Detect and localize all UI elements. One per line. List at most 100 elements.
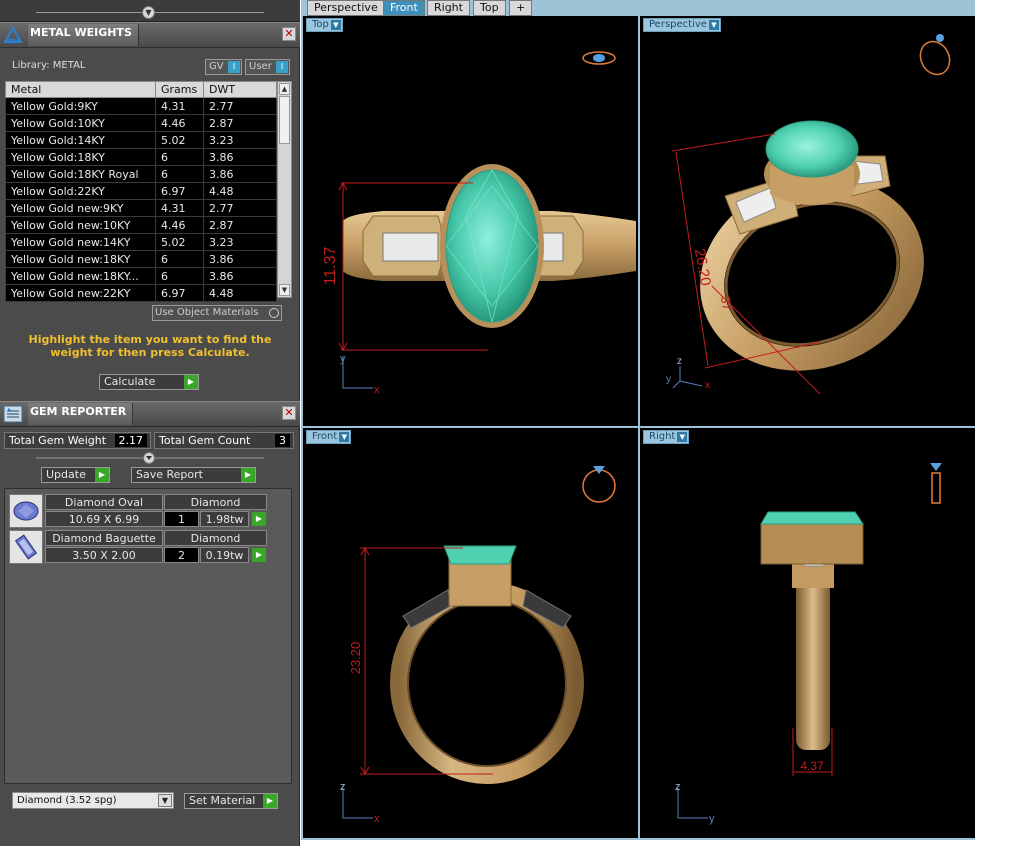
gem-select-arrow-icon[interactable]: ▶ — [252, 512, 266, 526]
view-label-front[interactable]: Front ▼ — [306, 430, 352, 444]
gem-count: 2 — [164, 547, 199, 563]
play-arrow-icon: ▶ — [263, 794, 277, 808]
grams-cell: 6 — [155, 250, 204, 268]
scroll-thumb[interactable] — [279, 96, 290, 144]
ring-shank — [796, 578, 830, 750]
tab-perspective[interactable]: Perspective — [307, 0, 385, 16]
collapse-knob-icon[interactable]: ▼ — [142, 6, 155, 19]
table-row[interactable]: Yellow Gold:22KY 6.97 4.48 — [5, 182, 277, 200]
table-row[interactable]: Yellow Gold new:10KY 4.46 2.87 — [5, 216, 277, 234]
view-label-text: Right — [649, 431, 676, 442]
axis-label-x: x — [705, 380, 710, 391]
table-row[interactable]: Yellow Gold:14KY 5.02 3.23 — [5, 131, 277, 149]
table-row[interactable]: Yellow Gold:18KY Royal 6 3.86 — [5, 165, 277, 183]
table-row[interactable]: Yellow Gold:18KY 6 3.86 — [5, 148, 277, 166]
metal-cell: Yellow Gold:9KY — [5, 97, 156, 115]
front-view[interactable]: 23.20 z x Front ▼ — [303, 428, 638, 838]
toggle-icon: I — [228, 61, 240, 73]
table-row[interactable]: Yellow Gold new:14KY 5.02 3.23 — [5, 233, 277, 251]
grams-cell: 5.02 — [155, 233, 204, 251]
library-label: Library: METAL — [12, 60, 86, 71]
metal-cell: Yellow Gold new:9KY — [5, 199, 156, 217]
oval-gem-icon — [9, 494, 43, 528]
column-header-metal[interactable]: Metal — [5, 81, 156, 98]
chevron-down-icon: ▼ — [330, 20, 341, 30]
calculate-hint: Highlight the item you want to find the … — [28, 333, 272, 359]
use-object-materials-label: Use Object Materials — [155, 307, 259, 318]
view-label-text: Top — [312, 19, 329, 30]
gem-row[interactable]: Diamond Oval Diamond 10.69 X 6.99 1 1.98… — [9, 494, 267, 528]
close-icon[interactable]: ✕ — [282, 406, 296, 420]
ring-orientation-icon — [930, 463, 942, 504]
grams-cell: 6.97 — [155, 182, 204, 200]
set-material-button[interactable]: Set Material ▶ — [184, 793, 278, 809]
tab-right[interactable]: Right — [427, 0, 470, 16]
table-scrollbar[interactable]: ▲ ▼ — [277, 81, 292, 298]
close-icon[interactable]: ✕ — [282, 27, 296, 41]
save-report-button[interactable]: Save Report ▶ — [131, 467, 256, 483]
tab-front[interactable]: Front — [383, 0, 425, 16]
gem-list: Diamond Oval Diamond 10.69 X 6.99 1 1.98… — [4, 488, 292, 784]
table-row[interactable]: Yellow Gold new:22KY 6.97 4.48 — [5, 284, 277, 302]
calculate-button[interactable]: Calculate ▶ — [99, 374, 199, 390]
dwt-cell: 2.77 — [203, 199, 277, 217]
table-row[interactable]: Yellow Gold new:18KY... 6 3.86 — [5, 267, 277, 285]
gem-size: 10.69 X 6.99 — [45, 511, 163, 527]
dwt-cell: 3.86 — [203, 267, 277, 285]
view-label-top[interactable]: Top ▼ — [306, 18, 343, 32]
view-label-perspective[interactable]: Perspective ▼ — [643, 18, 721, 32]
gem-select-arrow-icon[interactable]: ▶ — [252, 548, 266, 562]
add-tab-button[interactable]: + — [509, 0, 533, 16]
table-row[interactable]: Yellow Gold new:18KY 6 3.86 — [5, 250, 277, 268]
perspective-view[interactable]: 26.20 37 z y x Perspective ▼ — [640, 16, 975, 426]
radio-icon — [269, 308, 279, 318]
dwt-cell: 4.48 — [203, 182, 277, 200]
chevron-down-icon: ▼ — [158, 794, 172, 807]
axis-label-x: x — [374, 384, 380, 396]
gem-weight: 0.19tw — [200, 547, 249, 563]
grams-cell: 4.46 — [155, 216, 204, 234]
toggle-icon: I — [276, 61, 288, 73]
metal-cell: Yellow Gold:14KY — [5, 131, 156, 149]
ring-orientation-icon — [582, 51, 616, 65]
table-row[interactable]: Yellow Gold new:9KY 4.31 2.77 — [5, 199, 277, 217]
play-arrow-icon: ▶ — [184, 375, 198, 389]
dwt-cell: 3.86 — [203, 250, 277, 268]
material-select[interactable]: Diamond (3.52 spg) ▼ — [12, 792, 174, 809]
scroll-down-icon[interactable]: ▼ — [279, 284, 290, 296]
metal-weights-title: METAL WEIGHTS — [28, 24, 139, 46]
chevron-down-icon: ▼ — [677, 432, 688, 442]
gv-toggle[interactable]: GV I — [205, 59, 242, 75]
view-label-right[interactable]: Right ▼ — [643, 430, 690, 444]
view-label-text: Perspective — [649, 19, 707, 30]
dimension-label: 4.37 — [800, 759, 824, 773]
viewport-tabs: Perspective Front Right Top + — [301, 0, 975, 16]
column-header-grams[interactable]: Grams — [155, 81, 204, 98]
gem-name: Diamond Baguette — [45, 530, 163, 546]
dwt-cell: 3.86 — [203, 148, 277, 166]
metal-cell: Yellow Gold new:18KY... — [5, 267, 156, 285]
gem-row[interactable]: Diamond Baguette Diamond 3.50 X 2.00 2 0… — [9, 530, 267, 564]
column-header-dwt[interactable]: DWT — [203, 81, 277, 98]
baguette-stone — [382, 232, 439, 262]
dimension-label: 11.37 — [322, 246, 339, 285]
table-row[interactable]: Yellow Gold:10KY 4.46 2.87 — [5, 114, 277, 132]
scroll-up-icon[interactable]: ▲ — [279, 83, 290, 95]
dwt-cell: 2.87 — [203, 114, 277, 132]
update-button[interactable]: Update ▶ — [41, 467, 110, 483]
calculate-label: Calculate — [104, 375, 156, 388]
user-toggle[interactable]: User I — [245, 59, 290, 75]
use-object-materials-toggle[interactable]: Use Object Materials — [152, 305, 282, 321]
right-view[interactable]: 4.37 z y Right ▼ — [640, 428, 975, 838]
top-view[interactable]: 11.37 y x Top ▼ — [303, 16, 638, 426]
tab-top[interactable]: Top — [473, 0, 506, 16]
grams-cell: 5.02 — [155, 131, 204, 149]
table-row[interactable]: Yellow Gold:9KY 4.31 2.77 — [5, 97, 277, 115]
gem-reporter-icon — [3, 405, 23, 423]
dwt-cell: 2.87 — [203, 216, 277, 234]
metal-cell: Yellow Gold new:18KY — [5, 250, 156, 268]
axis-label-z: z — [675, 781, 681, 793]
metal-cell: Yellow Gold:18KY Royal — [5, 165, 156, 183]
user-toggle-label: User — [249, 61, 272, 72]
ring-orientation-icon — [582, 466, 616, 503]
